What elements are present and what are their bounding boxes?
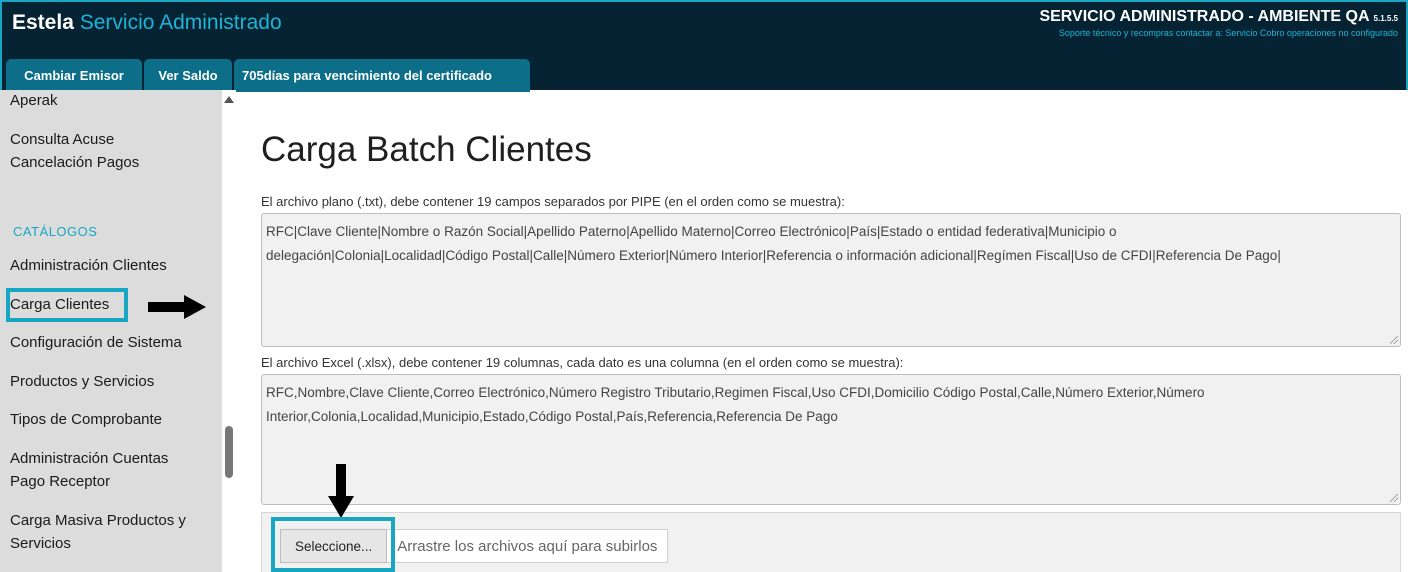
sidebar-item-productos-servicios[interactable]: Productos y Servicios [10, 370, 154, 393]
arrow-down-icon [328, 464, 354, 518]
arrow-right-icon [148, 295, 206, 319]
scrollbar-thumb[interactable] [225, 426, 233, 478]
sidebar-item-configuracion-sistema[interactable]: Configuración de Sistema [10, 331, 182, 354]
xlsx-format-description: El archivo Excel (.xlsx), debe contener … [261, 355, 904, 370]
sidebar: Aperak Consulta Acuse Cancelación Pagos … [0, 90, 222, 572]
sidebar-item-pago-receptor[interactable]: Pago Receptor [10, 470, 110, 493]
sidebar-item-tipos-comprobante[interactable]: Tipos de Comprobante [10, 408, 162, 431]
sidebar-scrollbar[interactable] [222, 90, 236, 572]
tab-cambiar-emisor[interactable]: Cambiar Emisor [6, 59, 142, 92]
support-text: Soporte técnico y recompras contactar a:… [1058, 28, 1398, 38]
drop-zone[interactable]: Arrastre los archivos aquí para subirlos [387, 529, 669, 563]
brand-subtitle: Servicio Administrado [79, 11, 282, 34]
top-header: Estela Servicio Administrado SERVICIO AD… [0, 0, 1408, 92]
xlsx-format-line-1: RFC,Nombre,Clave Cliente,Correo Electrón… [266, 385, 1205, 400]
environment-info: SERVICIO ADMINISTRADO - AMBIENTE QA 5.1.5… [1039, 8, 1398, 38]
sidebar-item-cancelacion-pagos[interactable]: Cancelación Pagos [10, 151, 139, 174]
resize-handle-icon[interactable] [1390, 336, 1398, 344]
file-upload-area[interactable]: Seleccione... Arrastre los archivos aquí… [261, 512, 1401, 572]
txt-format-line-2: delegación|Colonia|Localidad|Código Post… [266, 248, 1281, 263]
sidebar-item-administracion-clientes[interactable]: Administración Clientes [10, 254, 167, 277]
sidebar-item-aperak[interactable]: Aperak [10, 90, 58, 112]
version-label: 5.1.5.5 [1373, 14, 1398, 23]
xlsx-format-textarea[interactable]: RFC,Nombre,Clave Cliente,Correo Electrón… [261, 374, 1401, 505]
brand-name: Estela [12, 11, 74, 34]
page-title: Carga Batch Clientes [261, 130, 592, 169]
resize-handle-icon[interactable] [1390, 494, 1398, 502]
sidebar-section-catalogos: CATÁLOGOS [13, 224, 98, 239]
sidebar-item-servicios[interactable]: Servicios [10, 532, 71, 555]
tab-certificate-expiry[interactable]: 705días para vencimiento del certificado [234, 59, 530, 92]
main-content: Carga Batch Clientes El archivo plano (.… [236, 90, 1408, 572]
txt-format-line-1: RFC|Clave Cliente|Nombre o Razón Social|… [266, 224, 1117, 239]
txt-format-textarea[interactable]: RFC|Clave Cliente|Nombre o Razón Social|… [261, 213, 1401, 347]
scroll-up-arrow-icon[interactable] [224, 96, 234, 103]
sidebar-item-administracion-cuentas[interactable]: Administración Cuentas [10, 447, 168, 470]
active-item-highlight [6, 288, 128, 322]
sidebar-item-consulta-acuse[interactable]: Consulta Acuse [10, 128, 114, 151]
sidebar-item-carga-masiva-productos[interactable]: Carga Masiva Productos y [10, 509, 186, 532]
xlsx-format-line-2: Interior,Colonia,Localidad,Municipio,Est… [266, 409, 838, 424]
app-brand: Estela Servicio Administrado [12, 11, 282, 35]
tab-ver-saldo[interactable]: Ver Saldo [144, 59, 232, 92]
txt-format-description: El archivo plano (.txt), debe contener 1… [261, 194, 845, 209]
header-tabs: Cambiar Emisor Ver Saldo 705días para ve… [6, 59, 530, 92]
select-button-highlight [271, 517, 395, 572]
environment-title: SERVICIO ADMINISTRADO - AMBIENTE QA [1039, 8, 1370, 25]
